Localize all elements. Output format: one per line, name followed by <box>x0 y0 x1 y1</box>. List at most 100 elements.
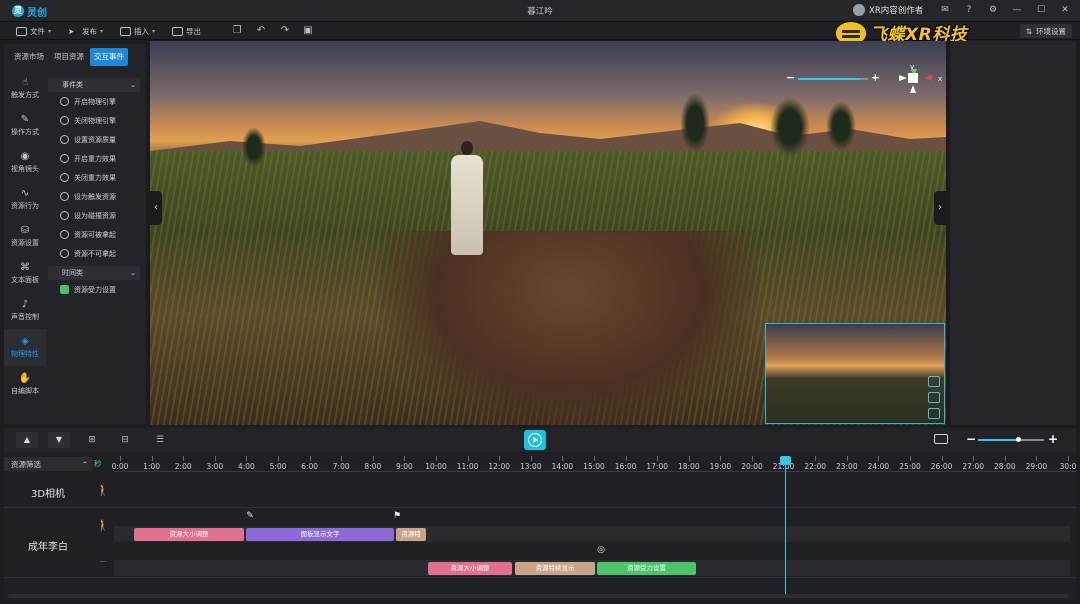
resource-filter[interactable]: 资源筛选 ⌃ <box>4 457 92 471</box>
no-pickup-icon <box>60 249 69 258</box>
ruler-tick <box>878 456 880 461</box>
minimize-button[interactable]: — <box>1010 3 1024 17</box>
keyframe-marker-icon[interactable]: ⚑ <box>392 510 402 522</box>
chevron-down-icon[interactable]: ▼ <box>48 432 70 448</box>
play-button[interactable] <box>524 430 546 450</box>
ruler-tick-label: 13:00 <box>519 462 542 471</box>
tab-resource-market[interactable]: 资源市场 <box>10 48 48 66</box>
track-3d-camera[interactable]: 3D相机 🚶 <box>4 474 1076 508</box>
rail-item-physics[interactable]: ◈ 物理特性 <box>4 329 46 366</box>
publish-menu[interactable]: ➤ 发布 ▾ <box>68 24 103 38</box>
list-item[interactable]: 资源可被拿起 <box>46 225 142 244</box>
env-settings-button[interactable]: ⇅ 环境设置 <box>1019 24 1072 38</box>
rail-item-resource-settings[interactable]: ⛁ 资源设置 <box>4 218 46 255</box>
clip-resource-effect[interactable]: 资源特 <box>396 528 426 541</box>
zoom-in-icon[interactable]: + <box>1048 432 1058 446</box>
ruler-tick-label: 3:00 <box>206 462 224 471</box>
ruler-tick <box>467 456 469 461</box>
preview-capture-icon[interactable] <box>928 392 940 403</box>
ruler-tick <box>752 456 753 461</box>
timeline-zoom-slider[interactable]: − + <box>966 432 1058 448</box>
clip-force-setting[interactable]: 资源受力设置 <box>597 562 696 575</box>
tab-interaction-events[interactable]: 交互事件 <box>90 48 128 66</box>
ruler-tick <box>815 456 817 461</box>
ruler-tick <box>404 456 406 461</box>
preview-fullscreen-icon[interactable] <box>928 408 940 419</box>
walking-icon[interactable]: 🚶 <box>96 519 110 533</box>
list-item[interactable]: 开启重力效果 <box>46 149 142 168</box>
rail-item-camera[interactable]: ◉ 视角镜头 <box>4 144 46 181</box>
x-axis-label: x <box>938 75 943 83</box>
walking-icon[interactable]: 🚶 <box>96 484 110 498</box>
list-item[interactable]: 开启物理引擎 <box>46 92 142 111</box>
rail-item-operation[interactable]: ✎ 操作方式 <box>4 107 46 144</box>
rail-item-trigger[interactable]: ☝ 触发方式 <box>4 70 46 107</box>
playhead[interactable] <box>780 456 791 598</box>
export-button[interactable]: 导出 <box>172 24 201 38</box>
zoom-out-icon[interactable]: − <box>966 432 976 446</box>
clip-resize[interactable]: 资源大小调整 <box>428 562 512 575</box>
view-zoom-slider[interactable]: − + <box>786 71 880 84</box>
ruler-tick-label: 7:00 <box>332 462 350 471</box>
list-item[interactable]: 资源受力设置 <box>46 280 142 299</box>
rail-item-script[interactable]: ✋ 自编脚本 <box>4 366 46 403</box>
scene-viewport[interactable]: ‹ › − + y x <box>150 41 946 425</box>
playhead-handle[interactable] <box>780 456 791 465</box>
character-li-bai[interactable] <box>445 141 489 255</box>
list-item[interactable]: 设置资源质量 <box>46 130 142 149</box>
list-item[interactable]: 设为碰撞资源 <box>46 206 142 225</box>
collapse-right-button[interactable]: › <box>934 191 946 225</box>
time-ruler[interactable]: 秒 0:00 1:00 2:00 3:00 4:00 5:00 6:00 7:00 8:00 9:… <box>94 456 1076 472</box>
keyframe-marker-icon[interactable]: ◎ <box>596 544 606 556</box>
layers-icon[interactable]: ☰ <box>153 433 167 447</box>
insert-menu[interactable]: 插入 ▾ <box>120 24 155 38</box>
gear-icon[interactable]: ⚙ <box>986 3 1000 17</box>
video-camera-icon[interactable] <box>934 434 948 444</box>
list-item[interactable]: 资源不可拿起 <box>46 244 142 263</box>
axis-gizmo[interactable]: y x <box>896 63 943 101</box>
copy-icon[interactable]: ❐ <box>231 25 243 37</box>
logo-icon: 灵 <box>12 5 24 17</box>
mail-icon[interactable]: ✉ <box>938 3 952 17</box>
list-item[interactable]: 设为触发资源 <box>46 187 142 206</box>
rail-item-sound[interactable]: ♪ 声音控制 <box>4 292 46 329</box>
ruler-tick <box>625 456 627 461</box>
ruler-tick <box>278 456 279 461</box>
ruler-tick-label: 28:00 <box>993 462 1016 471</box>
zoom-out-icon[interactable]: − <box>786 71 795 84</box>
event-category-header[interactable]: 事件类 ⌄ <box>48 78 140 92</box>
horizontal-scrollbar[interactable] <box>8 594 1068 598</box>
zoom-in-icon[interactable]: + <box>871 71 880 84</box>
chevron-down-icon: ⌄ <box>130 269 136 277</box>
preview-record-icon[interactable] <box>928 376 940 387</box>
ruler-tick <box>436 456 437 461</box>
left-panel: 资源市场 项目资源 交互事件 ☝ 触发方式 ✎ 操作方式 ◉ 视角镜头 ∿ 资源行为 ⛁… <box>4 44 146 424</box>
rail-item-behavior[interactable]: ∿ 资源行为 <box>4 181 46 218</box>
group-icon[interactable]: ⊟ <box>118 433 132 447</box>
collapse-left-button[interactable]: ‹ <box>150 191 162 225</box>
keyframe-marker-icon[interactable]: ✎ <box>245 510 255 522</box>
tab-project-resources[interactable]: 项目资源 <box>50 48 88 66</box>
ruler-tick <box>341 456 343 461</box>
list-item[interactable]: 关闭重力效果 <box>46 168 142 187</box>
slider-knob[interactable] <box>1015 437 1021 442</box>
rail-item-text-panel[interactable]: ⌘ 文本面板 <box>4 255 46 292</box>
undo-icon[interactable]: ↶ <box>255 25 267 37</box>
clip-continuous-display[interactable]: 资源特续显示 <box>515 562 595 575</box>
clip-resize[interactable]: 资源大小调整 <box>134 528 244 541</box>
user-profile[interactable]: XR内容创作者 <box>853 4 923 16</box>
add-track-icon[interactable]: ⊞ <box>85 433 99 447</box>
redo-icon[interactable]: ↷ <box>279 25 291 37</box>
list-item[interactable]: 关闭物理引擎 <box>46 111 142 130</box>
save-icon[interactable]: ▣ <box>302 25 314 37</box>
close-button[interactable]: ✕ <box>1058 3 1072 17</box>
camera-preview[interactable] <box>765 323 945 424</box>
chevron-up-icon[interactable]: ▲ <box>16 432 38 448</box>
file-menu[interactable]: 文件 ▾ <box>16 24 51 38</box>
time-category-header[interactable]: 时间类 ⌄ <box>48 266 140 280</box>
ruler-tick-label: 15:00 <box>583 462 605 471</box>
clip-panel-text[interactable]: 面板显示文字 <box>246 528 394 541</box>
help-icon[interactable]: ? <box>962 3 976 17</box>
trigger-icon <box>60 192 69 201</box>
maximize-button[interactable]: ☐ <box>1034 3 1048 17</box>
